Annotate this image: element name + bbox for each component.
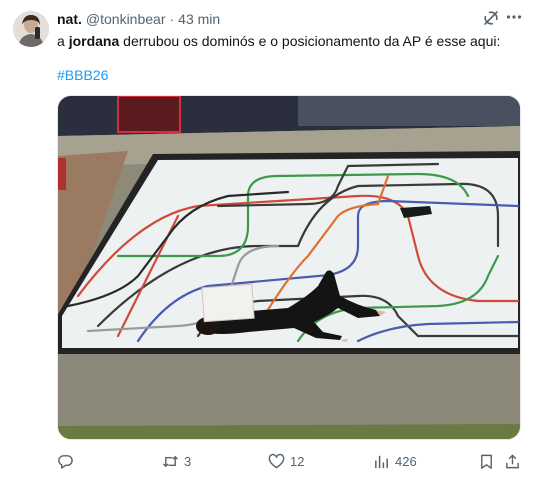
tweet-actions: 3 12 426 — [57, 450, 527, 472]
avatar-image — [13, 11, 49, 47]
retweet-button[interactable]: 3 — [162, 450, 191, 472]
more-icon[interactable] — [505, 8, 523, 26]
retweet-icon — [162, 455, 179, 467]
share-icon — [506, 453, 519, 468]
views-button[interactable]: 426 — [373, 450, 417, 472]
tweet-text-rest: derrubou os dominós e o posicionamento d… — [119, 33, 501, 49]
view-count: 426 — [395, 453, 417, 469]
tweet[interactable]: nat. @tonkinbear · 43 min a jordana derr… — [0, 0, 537, 478]
photo-image — [58, 96, 520, 439]
reply-button[interactable] — [57, 450, 79, 472]
user-handle[interactable]: @tonkinbear — [86, 10, 166, 28]
bookmark-button[interactable] — [478, 450, 495, 472]
views-chart-icon — [375, 455, 388, 468]
share-button[interactable] — [504, 450, 521, 472]
heart-icon — [268, 453, 285, 468]
like-count: 12 — [290, 453, 305, 469]
tweet-photo[interactable] — [57, 95, 521, 440]
bookmark-icon — [481, 454, 492, 469]
reply-icon — [58, 454, 73, 469]
hashtag-link[interactable]: #BBB26 — [57, 66, 108, 84]
grok-icon[interactable] — [482, 9, 500, 27]
separator-dot: · — [169, 11, 175, 27]
avatar[interactable] — [13, 11, 49, 47]
tweet-text-bold: jordana — [68, 33, 120, 49]
retweet-count: 3 — [184, 453, 192, 469]
timestamp[interactable]: 43 min — [178, 10, 220, 28]
tweet-text-prefix: a — [57, 33, 69, 49]
tweet-header: nat. @tonkinbear · 43 min — [57, 10, 220, 28]
display-name[interactable]: nat. — [57, 10, 82, 28]
tweet-text: a jordana derrubou os dominós e o posici… — [57, 32, 500, 50]
like-button[interactable]: 12 — [268, 450, 304, 472]
